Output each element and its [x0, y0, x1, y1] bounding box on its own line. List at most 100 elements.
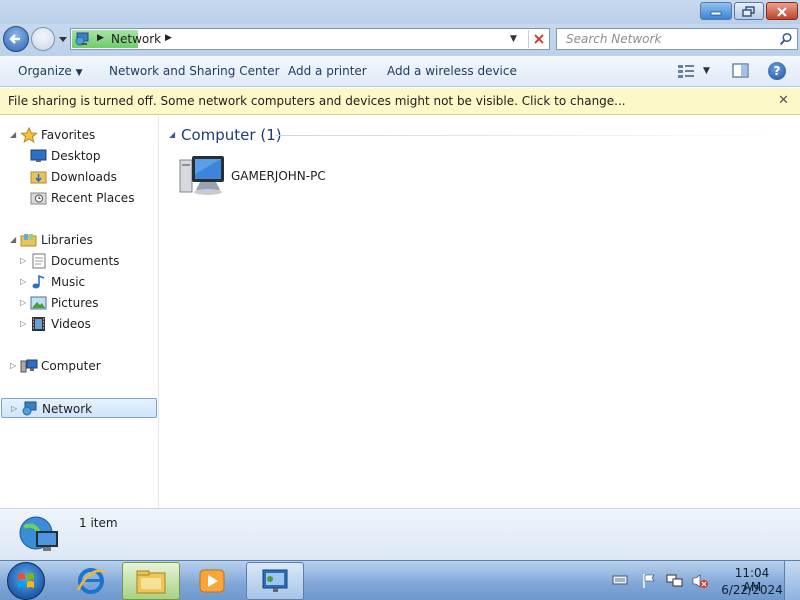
- add-printer-button[interactable]: Add a printer: [288, 64, 367, 78]
- breadcrumb-network[interactable]: Network: [111, 32, 161, 46]
- organize-button[interactable]: Organize ▼: [18, 64, 83, 78]
- close-button[interactable]: [766, 2, 798, 20]
- start-button[interactable]: [7, 562, 45, 600]
- content-pane: ◢ Computer (1) GAMERJOHN-PC: [160, 116, 800, 508]
- network-label: Network: [42, 402, 93, 416]
- internet-explorer-icon: [76, 568, 106, 594]
- pictures-icon: [30, 296, 47, 310]
- sidebar-item-recent-places[interactable]: Recent Places: [0, 188, 157, 208]
- search-input[interactable]: Search Network: [566, 32, 661, 46]
- view-options-chevron-icon[interactable]: ▼: [703, 66, 710, 76]
- favorites-label: Favorites: [41, 128, 96, 142]
- collapsed-arrow-icon[interactable]: ▷: [10, 361, 16, 370]
- collapsed-arrow-icon[interactable]: ▷: [20, 319, 26, 328]
- documents-label: Documents: [51, 254, 120, 268]
- videos-icon: [32, 317, 45, 331]
- file-sharing-infobar[interactable]: File sharing is turned off. Some network…: [0, 88, 800, 115]
- taskbar-windows-explorer[interactable]: [122, 562, 180, 600]
- collapsed-arrow-icon[interactable]: ▷: [20, 298, 26, 307]
- music-icon: [32, 274, 45, 289]
- preview-pane-icon[interactable]: [732, 63, 750, 79]
- search-icon[interactable]: [779, 32, 793, 46]
- documents-icon: [32, 253, 46, 269]
- pictures-label: Pictures: [51, 296, 99, 310]
- network-globe-icon: [19, 516, 58, 551]
- change-view-icon[interactable]: [677, 63, 695, 79]
- music-label: Music: [51, 275, 86, 289]
- chevron-down-icon: ▼: [75, 68, 83, 78]
- collapsed-arrow-icon[interactable]: ▷: [11, 404, 17, 413]
- address-history-icon[interactable]: ▼: [510, 34, 517, 44]
- restore-button[interactable]: [734, 2, 764, 20]
- forward-button[interactable]: [31, 27, 55, 51]
- sidebar-item-network[interactable]: ▷ Network: [1, 398, 157, 418]
- title-bar: [0, 0, 800, 24]
- desktop-label: Desktop: [51, 149, 101, 163]
- back-arrow-icon: [9, 34, 20, 44]
- collapsed-arrow-icon[interactable]: ▷: [20, 256, 26, 265]
- sidebar-item-computer[interactable]: ▷ Computer: [0, 356, 157, 376]
- breadcrumb-separator-icon[interactable]: ▶: [97, 33, 104, 43]
- recent-places-icon: [30, 192, 47, 205]
- group-divider: [275, 135, 790, 136]
- sidebar-item-desktop[interactable]: Desktop: [0, 146, 157, 166]
- navigation-pane: ◢ Favorites Desktop Downloads Recent Pla…: [0, 116, 159, 508]
- network-computer-item[interactable]: GAMERJOHN-PC: [178, 152, 338, 200]
- help-icon[interactable]: ?: [768, 62, 786, 80]
- star-icon: [20, 127, 38, 143]
- infobar-message[interactable]: File sharing is turned off. Some network…: [8, 94, 626, 108]
- taskbar-windows-media-player[interactable]: [183, 562, 241, 600]
- command-bar: Organize ▼ Network and Sharing Center Ad…: [0, 56, 800, 87]
- organize-label: Organize: [18, 64, 72, 78]
- search-box[interactable]: Search Network: [556, 28, 798, 50]
- windows-media-player-icon: [199, 569, 225, 593]
- volume-muted-icon[interactable]: [691, 573, 709, 589]
- expanded-arrow-icon[interactable]: ◢: [10, 235, 16, 244]
- desktop-icon: [30, 149, 47, 162]
- recent-pages-icon[interactable]: [58, 36, 68, 44]
- network-icon: [262, 569, 288, 592]
- collapsed-arrow-icon[interactable]: ▷: [20, 277, 26, 286]
- address-bar[interactable]: ▶ Network ▶ ▼: [70, 28, 550, 50]
- back-button[interactable]: [3, 26, 29, 52]
- navigation-bar: ▶ Network ▶ ▼ Search Network: [0, 24, 800, 56]
- show-desktop-button[interactable]: [784, 561, 800, 600]
- action-center-flag-icon[interactable]: [641, 573, 657, 589]
- network-sharing-center-button[interactable]: Network and Sharing Center: [109, 64, 280, 78]
- computer-icon: [20, 359, 38, 373]
- keyboard-icon[interactable]: [612, 573, 628, 587]
- sidebar-item-favorites[interactable]: ◢ Favorites: [0, 125, 157, 145]
- stop-button[interactable]: [528, 30, 549, 48]
- windows-explorer-icon: [136, 570, 166, 594]
- infobar-close-icon[interactable]: ✕: [778, 93, 789, 108]
- clock-date[interactable]: 6/22/2024: [718, 583, 786, 597]
- taskbar: 11:04 AM 6/22/2024: [0, 560, 800, 600]
- downloads-label: Downloads: [51, 170, 117, 184]
- taskbar-network-window[interactable]: [246, 562, 304, 600]
- breadcrumb-chevron-icon[interactable]: ▶: [165, 33, 172, 43]
- videos-label: Videos: [51, 317, 91, 331]
- restore-icon: [742, 6, 755, 17]
- details-pane: 1 item: [0, 508, 800, 560]
- group-collapse-icon[interactable]: ◢: [169, 130, 175, 139]
- minimize-button[interactable]: [700, 2, 732, 20]
- network-status-icon[interactable]: [666, 573, 684, 589]
- system-tray: 11:04 AM 6/22/2024: [606, 561, 800, 600]
- downloads-folder-icon: [30, 171, 47, 184]
- taskbar-internet-explorer[interactable]: [62, 562, 120, 600]
- network-icon: [22, 401, 37, 416]
- close-icon: [777, 7, 787, 17]
- sidebar-item-pictures[interactable]: ▷ Pictures: [0, 293, 157, 313]
- group-title-computer[interactable]: Computer (1): [181, 126, 282, 144]
- sidebar-item-documents[interactable]: ▷ Documents: [0, 251, 157, 271]
- item-count: 1 item: [79, 516, 118, 530]
- sidebar-item-downloads[interactable]: Downloads: [0, 167, 157, 187]
- add-wireless-device-button[interactable]: Add a wireless device: [387, 64, 517, 78]
- minimize-icon: [710, 11, 722, 16]
- expanded-arrow-icon[interactable]: ◢: [10, 130, 16, 139]
- sidebar-item-libraries[interactable]: ◢ Libraries: [0, 230, 157, 250]
- computer-name-label: GAMERJOHN-PC: [231, 169, 326, 183]
- sidebar-item-music[interactable]: ▷ Music: [0, 272, 157, 292]
- stop-icon: [534, 34, 544, 44]
- sidebar-item-videos[interactable]: ▷ Videos: [0, 314, 157, 334]
